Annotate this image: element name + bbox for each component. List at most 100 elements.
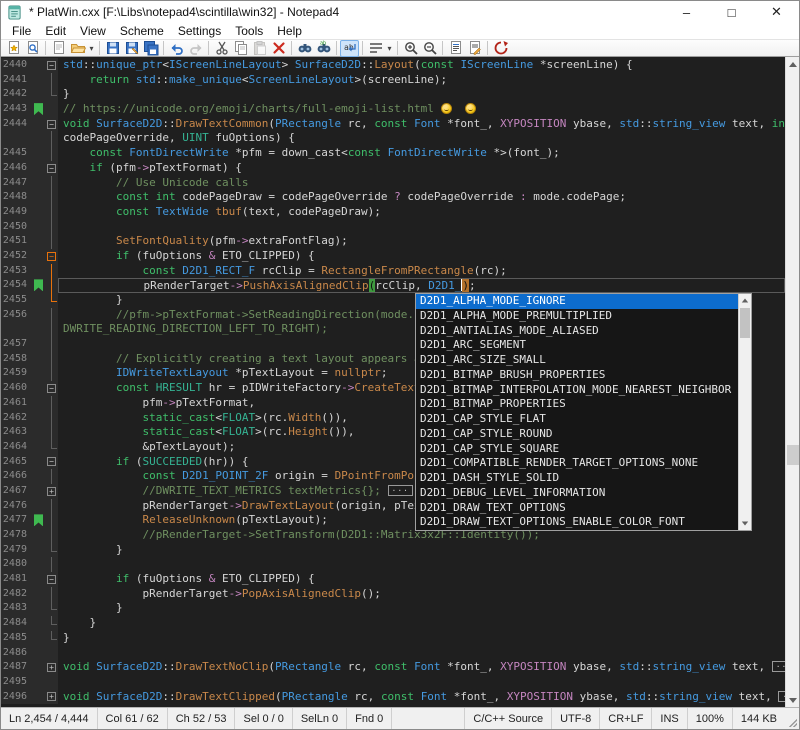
menu-settings[interactable]: Settings (171, 23, 228, 39)
code-row[interactable]: 2480 (1, 557, 785, 572)
fold-margin[interactable]: − (45, 572, 58, 587)
menu-edit[interactable]: Edit (38, 23, 73, 39)
fold-expand-icon[interactable]: + (47, 692, 56, 701)
open-file-dropdown-caret-icon[interactable]: ▾ (87, 40, 96, 57)
zoom-out-button[interactable] (420, 40, 439, 57)
fold-margin[interactable] (45, 131, 58, 146)
autocomplete-item[interactable]: D2D1_DRAW_TEXT_OPTIONS (416, 501, 738, 516)
bookmark-margin[interactable] (33, 557, 45, 572)
code-row[interactable]: 2487+void SurfaceD2D::DrawTextNoClip(PRe… (1, 660, 785, 675)
code-row[interactable]: 2486 (1, 646, 785, 661)
bookmark-margin[interactable] (33, 293, 45, 308)
code-row[interactable]: 2453 const D2D1_RECT_F rcClip = Rectangl… (1, 264, 785, 279)
code-row[interactable]: 2448 const int codePageDraw = codePageOv… (1, 190, 785, 205)
menu-help[interactable]: Help (270, 23, 309, 39)
status-encoding[interactable]: UTF-8 (551, 708, 599, 729)
fold-margin[interactable]: + (45, 660, 58, 675)
scrollbar-thumb[interactable] (787, 445, 799, 465)
fold-margin[interactable]: − (45, 58, 58, 73)
fold-margin[interactable] (45, 513, 58, 528)
fold-margin[interactable]: − (45, 381, 58, 396)
code-row[interactable]: 2485} (1, 631, 785, 646)
bookmark-margin[interactable] (33, 190, 45, 205)
autocomplete-item-selected[interactable]: D2D1_ALPHA_MODE_IGNORE (416, 294, 738, 309)
save-file-button[interactable] (103, 40, 122, 57)
fold-margin[interactable] (45, 205, 58, 220)
fold-margin[interactable] (45, 264, 58, 279)
code-row[interactable]: 2451 SetFontQuality(pfm->extraFontFlag); (1, 234, 785, 249)
autocomplete-item[interactable]: D2D1_BITMAP_BRUSH_PROPERTIES (416, 368, 738, 383)
menu-view[interactable]: View (73, 23, 113, 39)
status-file-size[interactable]: 144 KB (732, 708, 785, 729)
status-selected-lines[interactable]: SelLn 0 (293, 708, 347, 729)
fold-margin[interactable] (45, 587, 58, 602)
line-endings-button[interactable] (366, 40, 385, 57)
word-wrap-button[interactable]: ab (340, 40, 359, 57)
code-row[interactable]: 2441 return std::make_unique<ScreenLineL… (1, 73, 785, 88)
bookmark-margin[interactable] (33, 631, 45, 646)
fold-margin[interactable] (45, 440, 58, 455)
copy-button[interactable] (231, 40, 250, 57)
fold-margin[interactable] (45, 396, 58, 411)
bookmark-margin[interactable] (33, 587, 45, 602)
autocomplete-item[interactable]: D2D1_ARC_SEGMENT (416, 338, 738, 353)
delete-button[interactable] (269, 40, 288, 57)
folded-text-ellipsis[interactable]: ··· (778, 691, 785, 702)
fold-expand-icon[interactable]: + (47, 663, 56, 672)
fold-collapse-icon[interactable]: − (47, 61, 56, 70)
bookmark-margin[interactable] (33, 322, 45, 337)
fold-margin[interactable] (45, 528, 58, 543)
fold-margin[interactable] (45, 469, 58, 484)
fold-margin[interactable] (45, 411, 58, 426)
fold-expand-icon[interactable]: + (47, 487, 56, 496)
open-file-button[interactable] (68, 40, 87, 57)
scroll-up-arrow-icon[interactable] (786, 57, 799, 71)
code-row[interactable]: 2483 } (1, 601, 785, 616)
status-line-col[interactable]: Ln 2,454 / 4,444 (1, 708, 98, 729)
code-row[interactable]: 2446− if (pfm->pTextFormat) { (1, 161, 785, 176)
fold-collapse-icon[interactable]: − (47, 457, 56, 466)
fold-margin[interactable] (45, 176, 58, 191)
bookmark-margin[interactable] (33, 411, 45, 426)
code-row[interactable]: 2482 pRenderTarget->PopAxisAlignedClip()… (1, 587, 785, 602)
code-row[interactable]: 2452− if (fuOptions & ETO_CLIPPED) { (1, 249, 785, 264)
code-row[interactable]: 2440−std::unique_ptr<IScreenLineLayout> … (1, 58, 785, 73)
status-column[interactable]: Col 61 / 62 (98, 708, 168, 729)
code-row[interactable]: 2479 } (1, 543, 785, 558)
fold-margin[interactable] (45, 278, 58, 293)
autocomplete-item[interactable]: D2D1_BITMAP_INTERPOLATION_MODE_NEAREST_N… (416, 383, 738, 398)
fold-margin[interactable] (45, 366, 58, 381)
fold-margin[interactable] (45, 616, 58, 631)
folded-text-ellipsis[interactable]: ··· (388, 485, 413, 496)
fold-margin[interactable]: − (45, 249, 58, 264)
bookmark-margin[interactable] (33, 220, 45, 235)
bookmark-margin[interactable] (33, 58, 45, 73)
save-as-button[interactable] (122, 40, 141, 57)
minimize-button[interactable]: – (664, 1, 709, 23)
bookmark-margin[interactable] (33, 528, 45, 543)
menu-scheme[interactable]: Scheme (113, 23, 171, 39)
scroll-down-arrow-icon[interactable] (786, 693, 799, 707)
redo-button[interactable] (186, 40, 205, 57)
fold-margin[interactable] (45, 675, 58, 690)
maximize-button[interactable]: □ (709, 1, 754, 23)
fold-margin[interactable]: − (45, 455, 58, 470)
fold-margin[interactable] (45, 146, 58, 161)
code-row[interactable]: 2444−void SurfaceD2D::DrawTextCommon(PRe… (1, 117, 785, 132)
fold-margin[interactable] (45, 102, 58, 117)
cut-button[interactable] (212, 40, 231, 57)
bookmark-margin[interactable] (33, 455, 45, 470)
fold-collapse-icon[interactable]: − (47, 120, 56, 129)
fold-margin[interactable] (45, 234, 58, 249)
bookmark-margin[interactable] (33, 513, 45, 528)
customize-scheme-button[interactable] (465, 40, 484, 57)
find-button[interactable] (295, 40, 314, 57)
fold-margin[interactable] (45, 646, 58, 661)
code-row[interactable]: 2442} (1, 87, 785, 102)
editor-vertical-scrollbar[interactable] (785, 57, 799, 707)
bookmark-margin[interactable] (33, 616, 45, 631)
bookmark-margin[interactable] (33, 146, 45, 161)
autocomplete-scroll-down-icon[interactable] (739, 517, 751, 530)
bookmark-margin[interactable] (33, 660, 45, 675)
bookmark-margin[interactable] (33, 396, 45, 411)
